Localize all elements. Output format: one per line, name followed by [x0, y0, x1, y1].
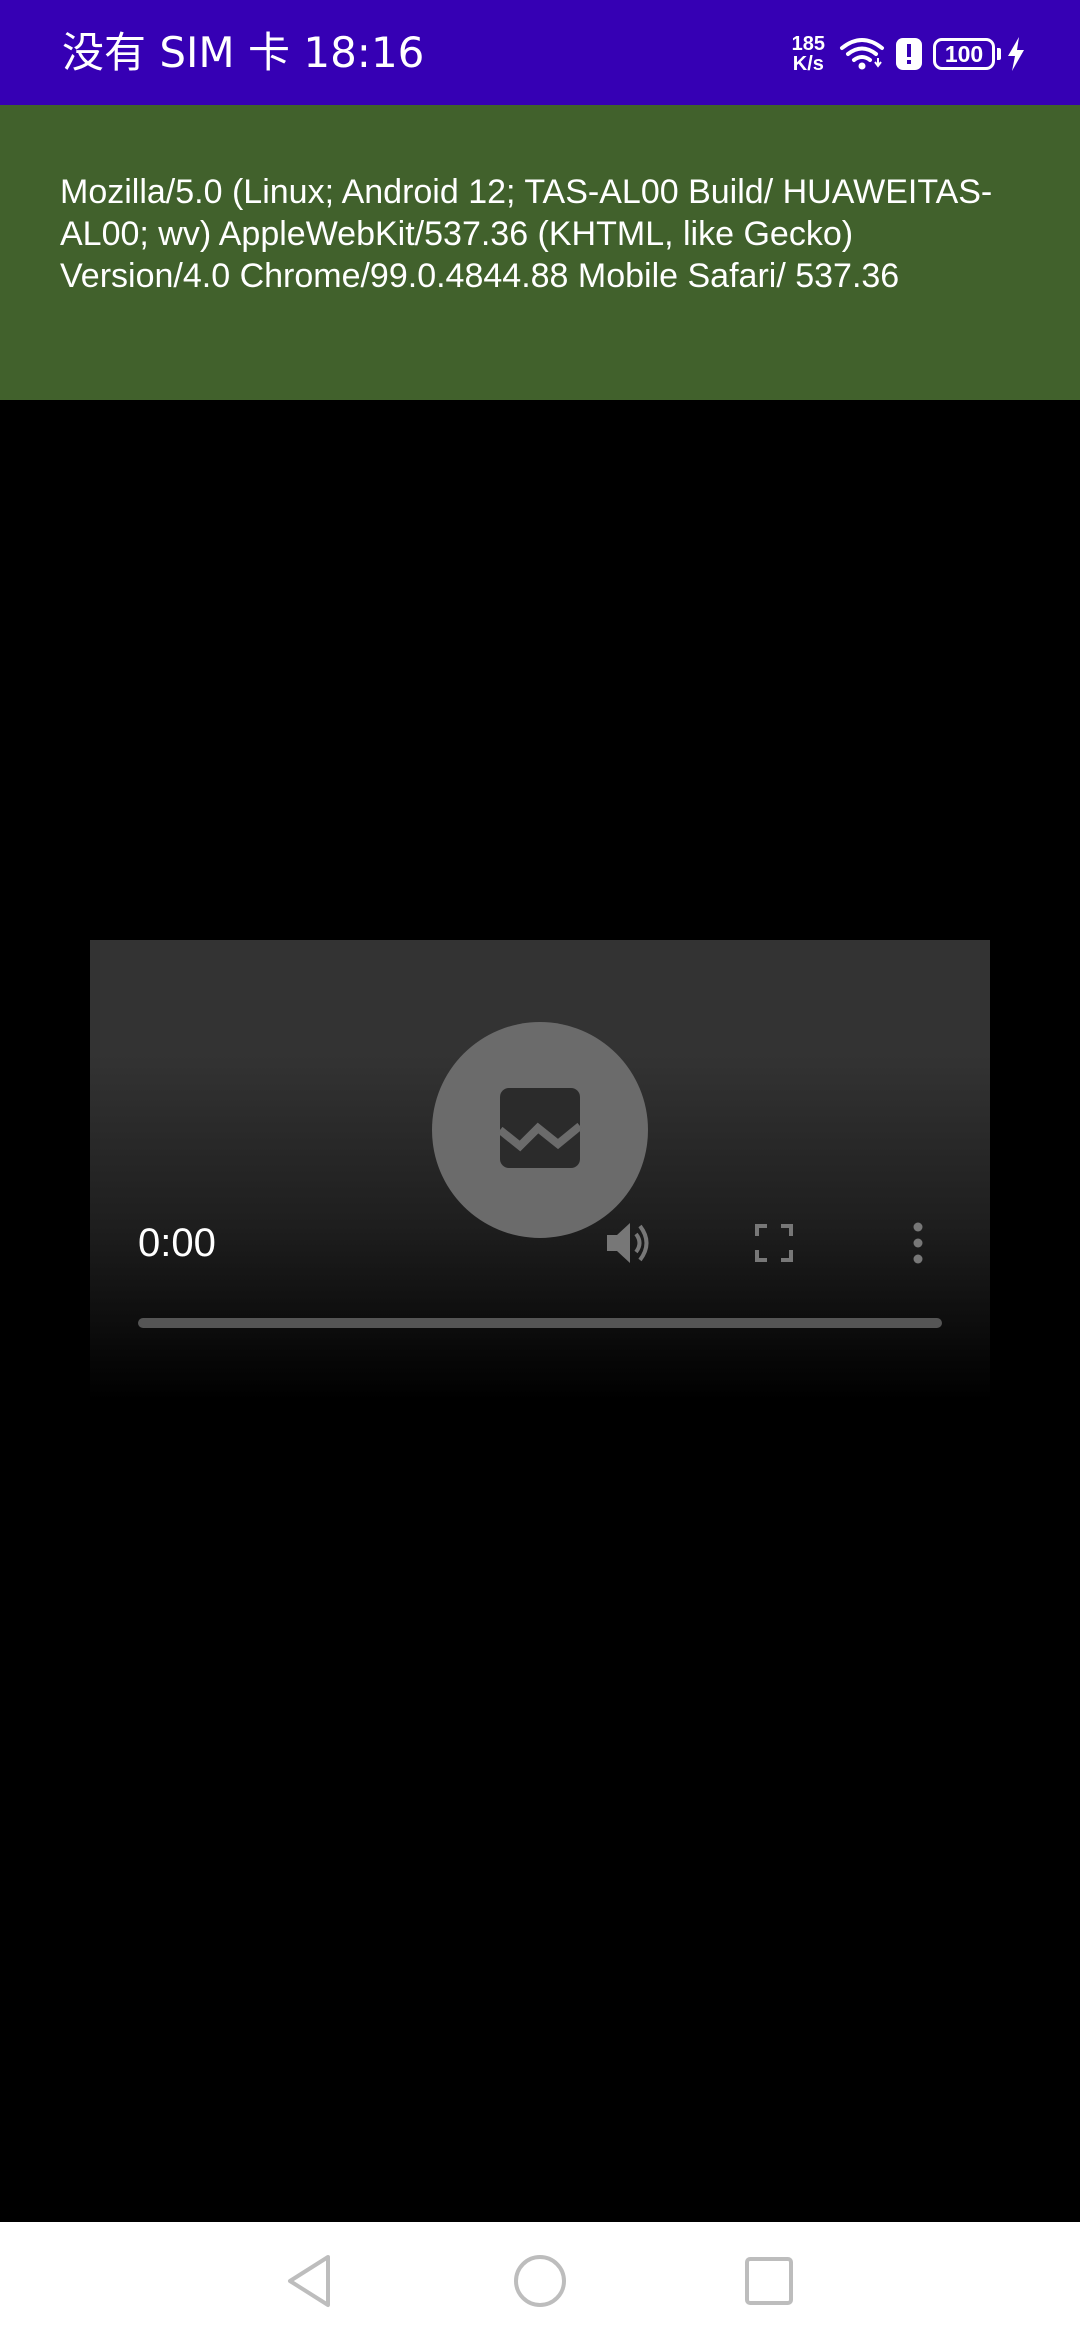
network-speed-unit: K/s [792, 53, 824, 75]
navigation-bar [0, 2222, 1080, 2340]
status-time: 18:16 [303, 28, 425, 77]
recents-square-icon[interactable] [736, 2248, 802, 2314]
volume-icon[interactable] [602, 1215, 658, 1271]
user-agent-banner: Mozilla/5.0 (Linux; Android 12; TAS-AL00… [0, 105, 1080, 400]
broken-image-icon [497, 1086, 583, 1175]
back-triangle-icon[interactable] [276, 2248, 342, 2314]
video-player[interactable]: 0:00 [90, 940, 990, 1400]
video-current-time: 0:00 [138, 1221, 216, 1265]
alert-icon [895, 37, 923, 71]
status-bar: 没有 SIM 卡 18:16 185 K/s 100 [0, 0, 1080, 105]
charging-icon [1007, 37, 1025, 71]
user-agent-text: Mozilla/5.0 (Linux; Android 12; TAS-AL00… [60, 173, 993, 295]
video-progress-bar[interactable] [138, 1318, 942, 1328]
video-center-overlay[interactable] [432, 1022, 648, 1238]
status-left: 没有 SIM 卡 18:16 [62, 28, 424, 78]
status-icons: 185 K/s 100 [792, 30, 1025, 78]
home-circle-icon[interactable] [507, 2248, 573, 2314]
network-speed-value: 185 [791, 33, 825, 55]
battery-icon: 100 [933, 38, 1001, 70]
carrier-label: 没有 SIM 卡 [62, 28, 290, 77]
battery-level: 100 [933, 38, 995, 70]
wifi-icon [839, 36, 885, 72]
more-options-icon[interactable] [890, 1215, 946, 1271]
fullscreen-icon[interactable] [746, 1215, 802, 1271]
network-speed: 185 K/s [792, 34, 825, 74]
